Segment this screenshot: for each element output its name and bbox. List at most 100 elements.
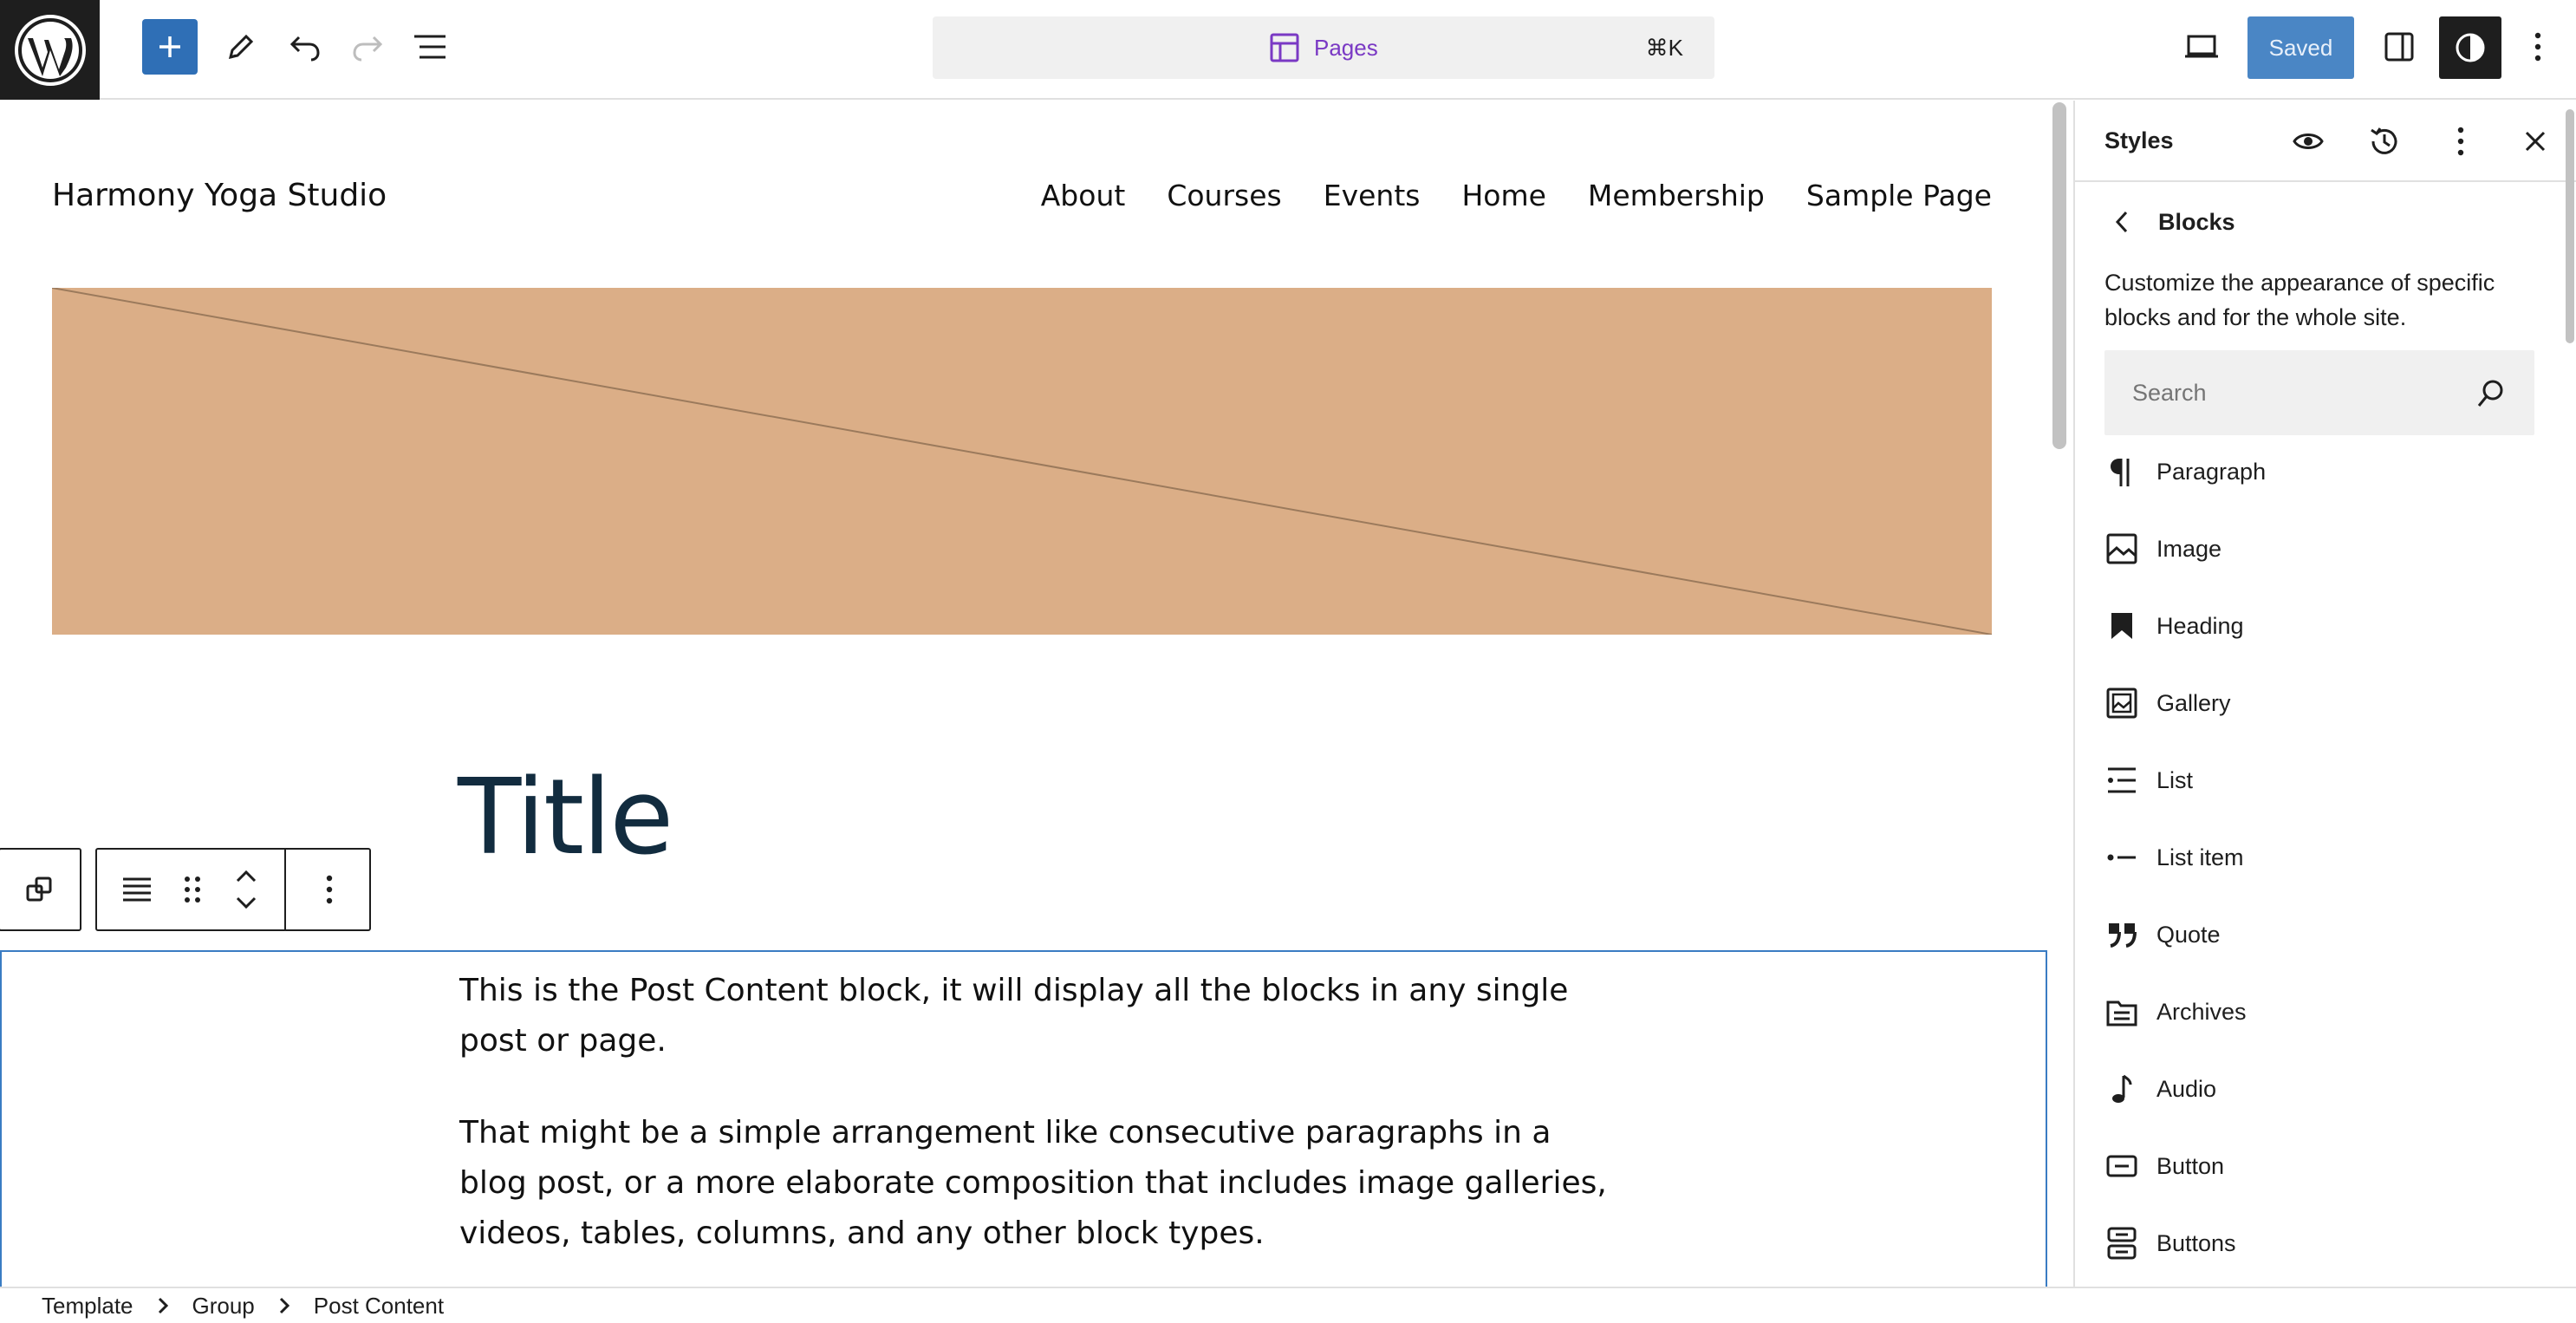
vertical-ellipsis-icon	[2457, 127, 2464, 156]
device-preview-button[interactable]	[2174, 19, 2229, 75]
options-menu-button[interactable]	[2510, 19, 2566, 75]
close-sidebar-button[interactable]	[2514, 120, 2557, 163]
command-palette-button[interactable]: Pages ⌘K	[933, 16, 1714, 79]
block-item-archives[interactable]: Archives	[2104, 981, 2538, 1043]
plus-icon	[159, 36, 180, 57]
nav-link-home[interactable]: Home	[1461, 175, 1545, 217]
eye-icon	[2293, 134, 2324, 149]
list-view-icon	[414, 35, 446, 59]
sidebar-header: Styles	[2075, 101, 2576, 182]
save-button[interactable]: Saved	[2247, 16, 2354, 79]
tools-button[interactable]	[213, 19, 269, 75]
block-item-paragraph[interactable]: Paragraph	[2104, 440, 2538, 503]
move-up-down-buttons[interactable]	[218, 850, 274, 929]
block-item-list[interactable]: List	[2104, 749, 2538, 811]
placeholder-diagonal-line	[52, 288, 1992, 635]
paragraph[interactable]: This is the Post Content block, it will …	[459, 966, 1621, 1066]
breadcrumb-item-template[interactable]: Template	[42, 1293, 133, 1320]
vertical-ellipsis-icon	[2534, 32, 2541, 62]
redo-button[interactable]	[340, 19, 395, 75]
pages-icon	[1270, 33, 1299, 62]
heading-icon	[2104, 609, 2139, 643]
copy-block-icon	[26, 877, 52, 902]
block-item-button[interactable]: Button	[2104, 1135, 2538, 1197]
history-icon	[2371, 127, 2397, 154]
nav-link-courses[interactable]: Courses	[1167, 175, 1281, 217]
list-item-icon	[2104, 840, 2139, 875]
nav-link-events[interactable]: Events	[1324, 175, 1421, 217]
align-justify-icon	[123, 877, 151, 902]
breadcrumb-item-post-content: Post Content	[313, 1292, 445, 1319]
editor-canvas: Harmony Yoga Studio About Courses Events…	[0, 101, 2047, 1287]
align-button[interactable]	[109, 850, 165, 929]
block-item-label: Archives	[2156, 999, 2247, 1025]
block-breadcrumb: Template Group Post Content	[0, 1287, 2576, 1323]
nav-link-membership[interactable]: Membership	[1588, 175, 1765, 217]
styles-button[interactable]	[2439, 16, 2501, 79]
post-content-block[interactable]: This is the Post Content block, it will …	[0, 950, 2047, 1287]
block-item-label: Image	[2156, 536, 2222, 562]
drag-handle[interactable]	[165, 850, 220, 929]
block-item-label: List item	[2156, 844, 2244, 870]
close-icon	[2525, 131, 2546, 152]
styles-more-button[interactable]	[2439, 120, 2482, 163]
block-item-image[interactable]: Image	[2104, 518, 2538, 580]
toolbar-divider	[284, 850, 286, 929]
block-item-list-item[interactable]: List item	[2104, 826, 2538, 889]
quote-icon	[2104, 917, 2139, 952]
image-icon	[2104, 531, 2139, 566]
laptop-icon	[2185, 35, 2218, 58]
list-icon	[2104, 763, 2139, 798]
block-item-label: Buttons	[2156, 1230, 2236, 1256]
sidebar-toggle-icon	[2384, 32, 2414, 62]
chevron-up-down-icon	[236, 870, 257, 909]
command-shortcut: ⌘K	[1645, 35, 1683, 61]
paragraph-icon	[2104, 454, 2139, 489]
block-item-label: Paragraph	[2156, 459, 2267, 485]
redo-icon	[353, 36, 383, 62]
block-parent-selector[interactable]	[0, 848, 81, 931]
nav-link-about[interactable]: About	[1041, 175, 1126, 217]
chevron-left-icon	[2115, 211, 2128, 233]
styles-sidebar: Styles Blocks Customize the appearance o…	[2073, 101, 2576, 1287]
block-options-button[interactable]	[288, 850, 371, 929]
section-description: Customize the appearance of specific blo…	[2104, 270, 2495, 330]
search-icon	[2477, 380, 2503, 407]
editor-header: Pages ⌘K Saved	[0, 0, 2576, 100]
gallery-icon	[2104, 686, 2139, 720]
block-item-buttons[interactable]: Buttons	[2104, 1212, 2538, 1274]
post-title[interactable]: Title	[458, 758, 673, 879]
block-item-label: Heading	[2156, 613, 2244, 639]
block-item-audio[interactable]: Audio	[2104, 1058, 2538, 1120]
undo-button[interactable]	[277, 19, 333, 75]
document-overview-button[interactable]	[402, 19, 458, 75]
canvas-scrollbar[interactable]	[2052, 102, 2066, 449]
block-search-input[interactable]	[2104, 350, 2534, 435]
wordpress-logo-button[interactable]	[0, 0, 100, 100]
featured-image-placeholder[interactable]	[52, 288, 1992, 635]
contrast-icon	[2456, 33, 2485, 62]
block-item-label: Button	[2156, 1153, 2225, 1179]
button-icon	[2104, 1149, 2139, 1183]
sidebar-scrollbar[interactable]	[2566, 109, 2574, 343]
breadcrumb-item-group[interactable]: Group	[192, 1293, 255, 1320]
sidebar-title: Styles	[2104, 127, 2174, 153]
block-item-gallery[interactable]: Gallery	[2104, 672, 2538, 734]
site-title[interactable]: Harmony Yoga Studio	[52, 175, 387, 217]
archives-icon	[2104, 994, 2139, 1029]
command-label: Pages	[1314, 35, 1378, 61]
audio-icon	[2104, 1072, 2139, 1106]
block-item-label: Audio	[2156, 1076, 2217, 1102]
back-button[interactable]	[2104, 205, 2139, 239]
add-block-button[interactable]	[142, 19, 198, 75]
block-item-heading[interactable]: Heading	[2104, 595, 2538, 657]
site-navigation: About Courses Events Home Membership Sam…	[1041, 175, 1992, 217]
nav-link-sample-page[interactable]: Sample Page	[1806, 175, 1992, 217]
style-book-button[interactable]	[2287, 120, 2330, 163]
block-item-label: Quote	[2156, 922, 2221, 948]
settings-panel-button[interactable]	[2371, 19, 2427, 75]
block-item-quote[interactable]: Quote	[2104, 903, 2538, 966]
revisions-button[interactable]	[2363, 120, 2406, 163]
paragraph[interactable]: That might be a simple arrangement like …	[459, 1108, 1621, 1259]
block-item-label: Gallery	[2156, 690, 2231, 716]
